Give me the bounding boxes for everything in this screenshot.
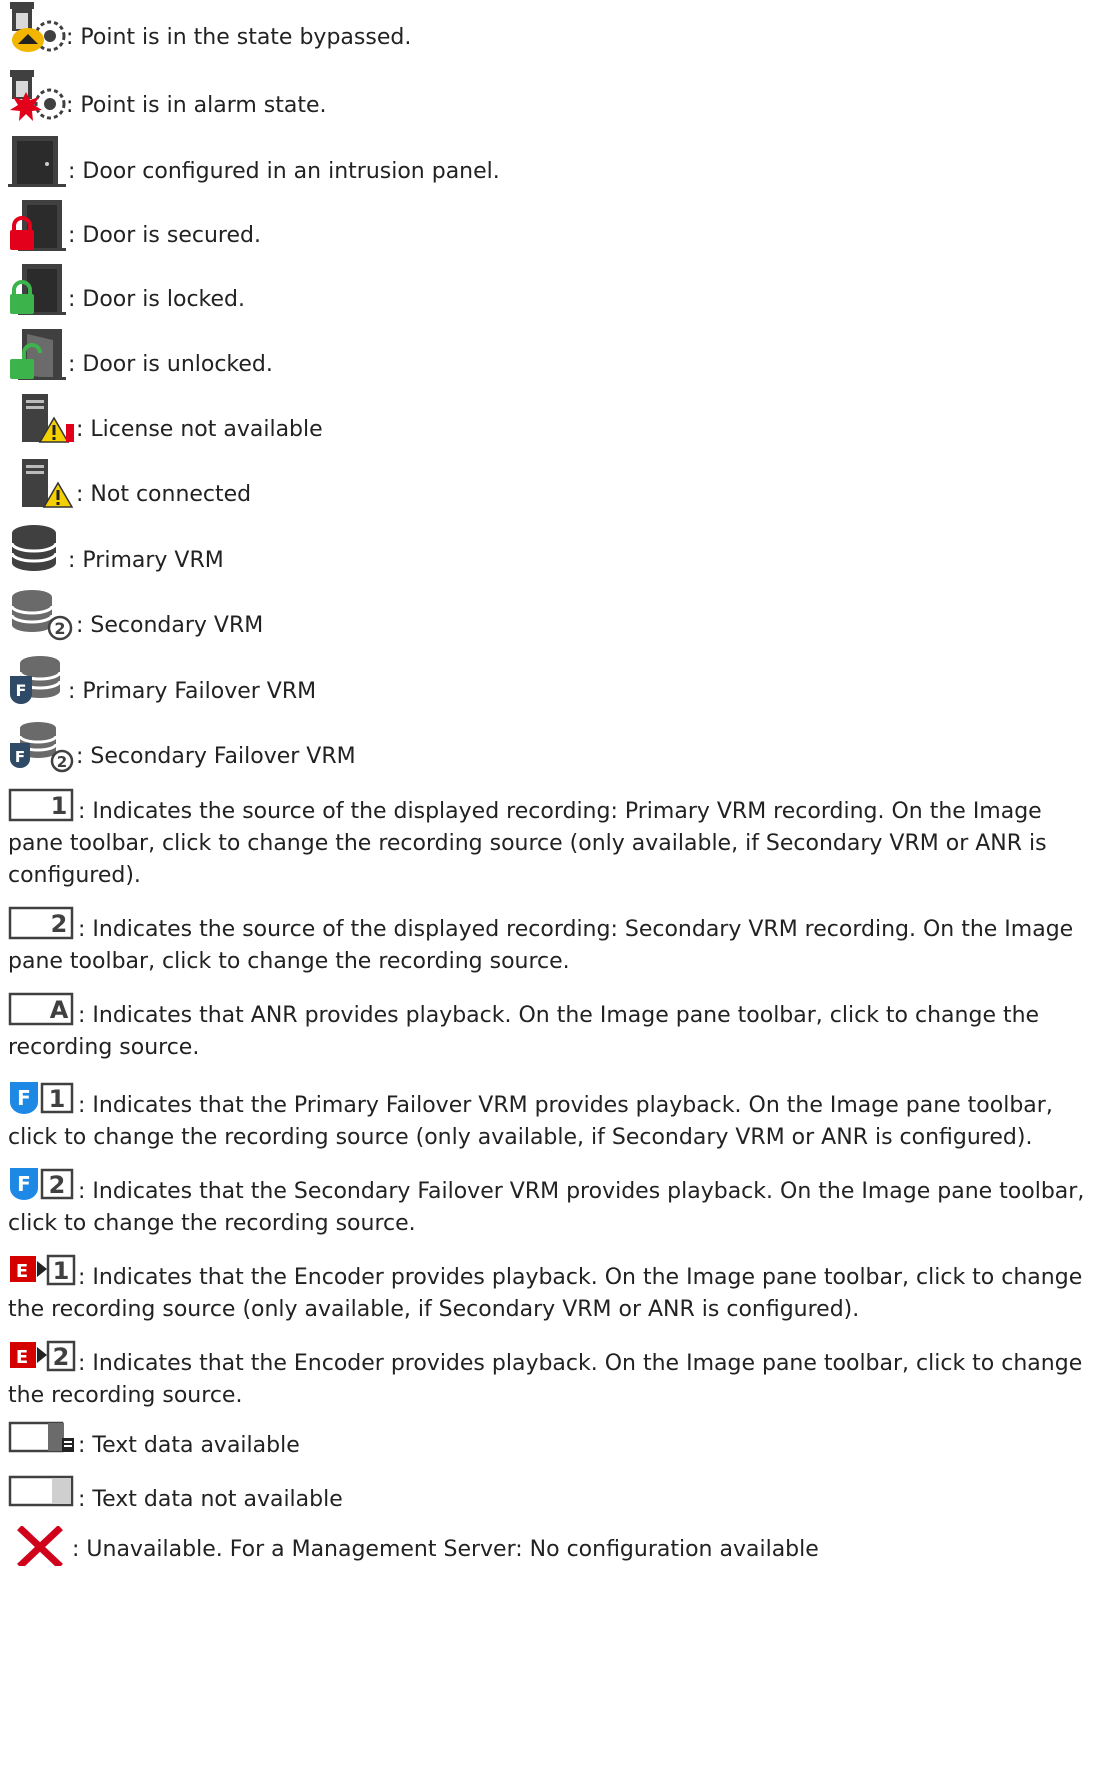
legend-text: : Door is unlocked. xyxy=(68,352,273,378)
encoder-2-icon: E 2 xyxy=(8,1338,78,1374)
failover-2-icon: F 2 xyxy=(8,1166,78,1202)
legend-text: : Door is locked. xyxy=(68,287,245,313)
legend-text: : Primary VRM xyxy=(68,548,224,574)
legend-text: : Door is secured. xyxy=(68,223,261,249)
legend-text: : Indicates that the Secondary Failover … xyxy=(8,1179,1085,1236)
legend-item-text-data: : Text data available xyxy=(8,1420,1094,1462)
secondary-vrm-icon: 2 xyxy=(8,588,76,642)
failover-2-num-glyph: 2 xyxy=(49,1171,66,1199)
not-connected-icon xyxy=(8,457,76,511)
encoder-2-e-glyph: E xyxy=(16,1347,28,1368)
legend-text: : Text data not available xyxy=(78,1487,343,1512)
point-alarm-icon xyxy=(8,70,66,122)
source-anr-icon: A xyxy=(8,992,78,1026)
secondary-failover-vrm-icon: F 2 xyxy=(8,719,76,773)
encoder-2-num-glyph: 2 xyxy=(53,1343,70,1371)
legend-item-primary-failover-vrm: F : Primary Failover VRM xyxy=(8,654,1094,708)
legend-text: : Indicates that the Encoder provides pl… xyxy=(8,1351,1083,1408)
legend-text: : Indicates the source of the displayed … xyxy=(8,917,1074,974)
legend-text: : Secondary VRM xyxy=(76,613,264,639)
legend-item-door-unlocked: : Door is unlocked. xyxy=(8,327,1094,381)
legend-item-not-connected: : Not connected xyxy=(8,457,1094,511)
legend-item-primary-vrm: : Primary VRM xyxy=(8,523,1094,577)
legend-text: : Point is in the state bypassed. xyxy=(66,25,412,51)
door-unlocked-icon xyxy=(8,327,68,381)
legend-item-no-text-data: : Text data not available xyxy=(8,1474,1094,1516)
source-2-icon: 2 xyxy=(8,906,78,940)
legend-item-source-1: 1 : Indicates the source of the displaye… xyxy=(8,788,1094,892)
legend-text: : License not available xyxy=(76,417,323,443)
door-icon xyxy=(8,134,68,188)
no-text-data-icon xyxy=(8,1474,78,1510)
legend-text: : Indicates that ANR provides playback. … xyxy=(8,1003,1040,1060)
legend-item-door-locked: : Door is locked. xyxy=(8,262,1094,316)
legend-item-point-bypassed: : Point is in the state bypassed. xyxy=(8,2,1094,54)
legend-text: : Text data available xyxy=(78,1433,300,1458)
legend-item-secondary-vrm: 2 : Secondary VRM xyxy=(8,588,1094,642)
encoder-1-e-glyph: E xyxy=(16,1261,28,1282)
legend-text: : Secondary Failover VRM xyxy=(76,744,356,770)
legend-item-door: : Door configured in an intrusion panel. xyxy=(8,134,1094,188)
source-1-glyph: 1 xyxy=(51,792,68,820)
legend-text: : Indicates the source of the displayed … xyxy=(8,799,1047,888)
source-anr-glyph: A xyxy=(50,996,69,1024)
legend-text: : Unavailable. For a Management Server: … xyxy=(72,1537,819,1563)
legend-item-encoder-1: E 1 : Indicates that the Encoder provide… xyxy=(8,1252,1094,1326)
legend-item-unavailable: : Unavailable. For a Management Server: … xyxy=(8,1526,1094,1566)
legend-text: : Point is in alarm state. xyxy=(66,93,327,119)
failover-1-icon: F 1 xyxy=(8,1080,78,1116)
failover-1-num-glyph: 1 xyxy=(49,1085,66,1113)
legend-item-encoder-2: E 2 : Indicates that the Encoder provide… xyxy=(8,1338,1094,1412)
legend-text: : Indicates that the Primary Failover VR… xyxy=(8,1093,1053,1150)
source-1-icon: 1 xyxy=(8,788,78,822)
svg-text:F: F xyxy=(16,681,27,700)
point-bypassed-icon xyxy=(8,2,66,54)
license-unavailable-icon xyxy=(8,392,76,446)
svg-text:2: 2 xyxy=(54,619,65,638)
failover-1-f-glyph: F xyxy=(17,1086,31,1110)
encoder-1-num-glyph: 1 xyxy=(53,1257,70,1285)
text-data-icon xyxy=(8,1420,78,1456)
svg-text:F: F xyxy=(15,748,25,766)
source-2-glyph: 2 xyxy=(51,910,68,938)
failover-2-f-glyph: F xyxy=(17,1172,31,1196)
encoder-1-icon: E 1 xyxy=(8,1252,78,1288)
legend-item-secondary-failover-vrm: F 2 : Secondary Failover VRM xyxy=(8,719,1094,773)
legend-item-point-alarm: : Point is in alarm state. xyxy=(8,70,1094,122)
legend-item-source-2: 2 : Indicates the source of the displaye… xyxy=(8,906,1094,978)
door-locked-icon xyxy=(8,262,68,316)
legend-item-source-anr: A : Indicates that ANR provides playback… xyxy=(8,992,1094,1064)
legend-text: : Door configured in an intrusion panel. xyxy=(68,159,500,185)
svg-text:2: 2 xyxy=(57,753,67,771)
legend-text: : Primary Failover VRM xyxy=(68,679,317,705)
legend-item-failover-2: F 2 : Indicates that the Secondary Failo… xyxy=(8,1166,1094,1240)
legend-item-failover-1: F 1 : Indicates that the Primary Failove… xyxy=(8,1080,1094,1154)
legend-text: : Indicates that the Encoder provides pl… xyxy=(8,1265,1083,1322)
legend-item-door-secured: : Door is secured. xyxy=(8,198,1094,252)
unavailable-x-icon xyxy=(8,1526,72,1566)
door-secured-icon xyxy=(8,198,68,252)
legend-text: : Not connected xyxy=(76,482,252,508)
primary-vrm-icon xyxy=(8,523,68,577)
primary-failover-vrm-icon: F xyxy=(8,654,68,708)
legend-item-license-unavailable: : License not available xyxy=(8,392,1094,446)
